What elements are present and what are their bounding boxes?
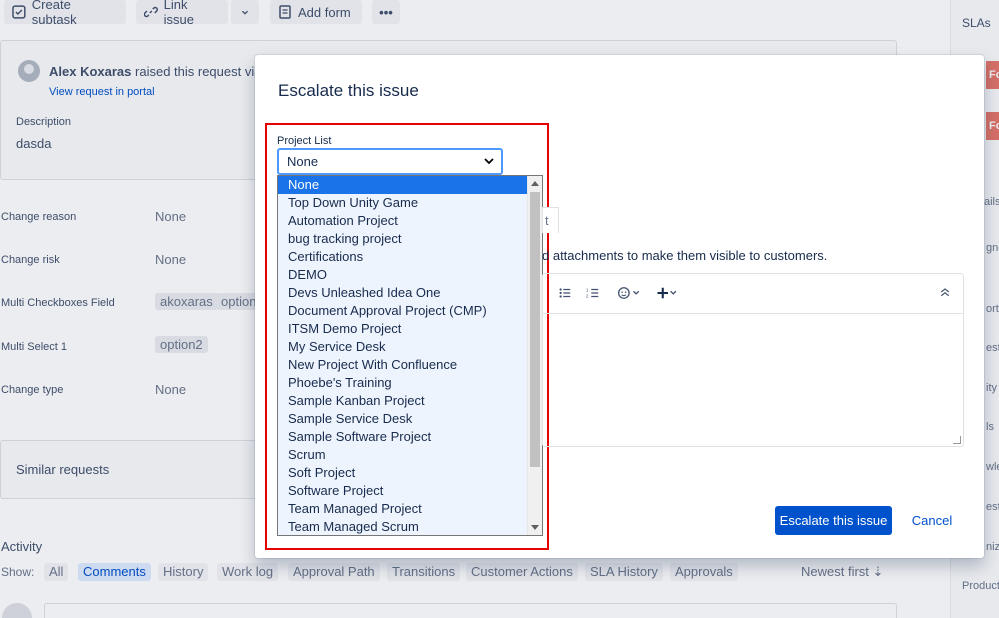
- project-option[interactable]: Team Managed Project: [278, 500, 527, 518]
- emoji-icon[interactable]: [616, 286, 644, 302]
- project-option[interactable]: Devs Unleashed Idea One: [278, 284, 527, 302]
- project-option[interactable]: New Project With Confluence: [278, 356, 527, 374]
- project-option[interactable]: Sample Service Desk: [278, 410, 527, 428]
- project-option[interactable]: None: [278, 176, 527, 194]
- comment-editor[interactable]: 12: [542, 273, 964, 447]
- scroll-up-icon[interactable]: [531, 181, 539, 186]
- project-option[interactable]: DEMO: [278, 266, 527, 284]
- bullet-list-icon[interactable]: [557, 286, 573, 302]
- chevron-down-icon: [484, 158, 494, 165]
- resize-handle-icon[interactable]: [953, 436, 961, 444]
- project-option[interactable]: Software Project: [278, 482, 527, 500]
- project-option[interactable]: Scrum: [278, 446, 527, 464]
- project-option[interactable]: Team Managed Scrum: [278, 518, 527, 535]
- insert-plus-icon[interactable]: [655, 286, 681, 302]
- project-option[interactable]: Top Down Unity Game: [278, 194, 527, 212]
- collapse-toolbar-icon[interactable]: [937, 286, 953, 302]
- project-option[interactable]: My Service Desk: [278, 338, 527, 356]
- attachments-info-text: d attachments to make them visible to cu…: [542, 248, 828, 263]
- svg-text:1: 1: [586, 287, 589, 292]
- numbered-list-icon[interactable]: 12: [585, 286, 601, 302]
- editor-toolbar: 12: [543, 274, 963, 314]
- project-option[interactable]: ITSM Demo Project: [278, 320, 527, 338]
- scroll-down-icon[interactable]: [531, 525, 539, 530]
- project-dropdown-list[interactable]: None Top Down Unity Game Automation Proj…: [277, 175, 543, 536]
- cancel-button[interactable]: Cancel: [905, 506, 959, 535]
- project-option[interactable]: Phoebe's Training: [278, 374, 527, 392]
- escalate-button[interactable]: Escalate this issue: [775, 506, 892, 535]
- project-list-label: Project List: [277, 135, 332, 147]
- project-option[interactable]: Soft Project: [278, 464, 527, 482]
- escalate-modal: Escalate this issue Project List None No…: [255, 55, 984, 558]
- modal-title: Escalate this issue: [278, 81, 419, 100]
- scroll-thumb[interactable]: [530, 192, 540, 467]
- svg-text:2: 2: [586, 293, 589, 298]
- select-value: None: [287, 154, 319, 169]
- project-option[interactable]: Automation Project: [278, 212, 527, 230]
- editor-tab[interactable]: t: [542, 207, 559, 233]
- project-option[interactable]: Document Approval Project (CMP): [278, 302, 527, 320]
- project-list-select[interactable]: None: [277, 148, 503, 175]
- dropdown-scrollbar[interactable]: [527, 176, 542, 535]
- project-option[interactable]: Sample Software Project: [278, 428, 527, 446]
- project-option[interactable]: bug tracking project: [278, 230, 527, 248]
- project-option[interactable]: Certifications: [278, 248, 527, 266]
- project-option[interactable]: Sample Kanban Project: [278, 392, 527, 410]
